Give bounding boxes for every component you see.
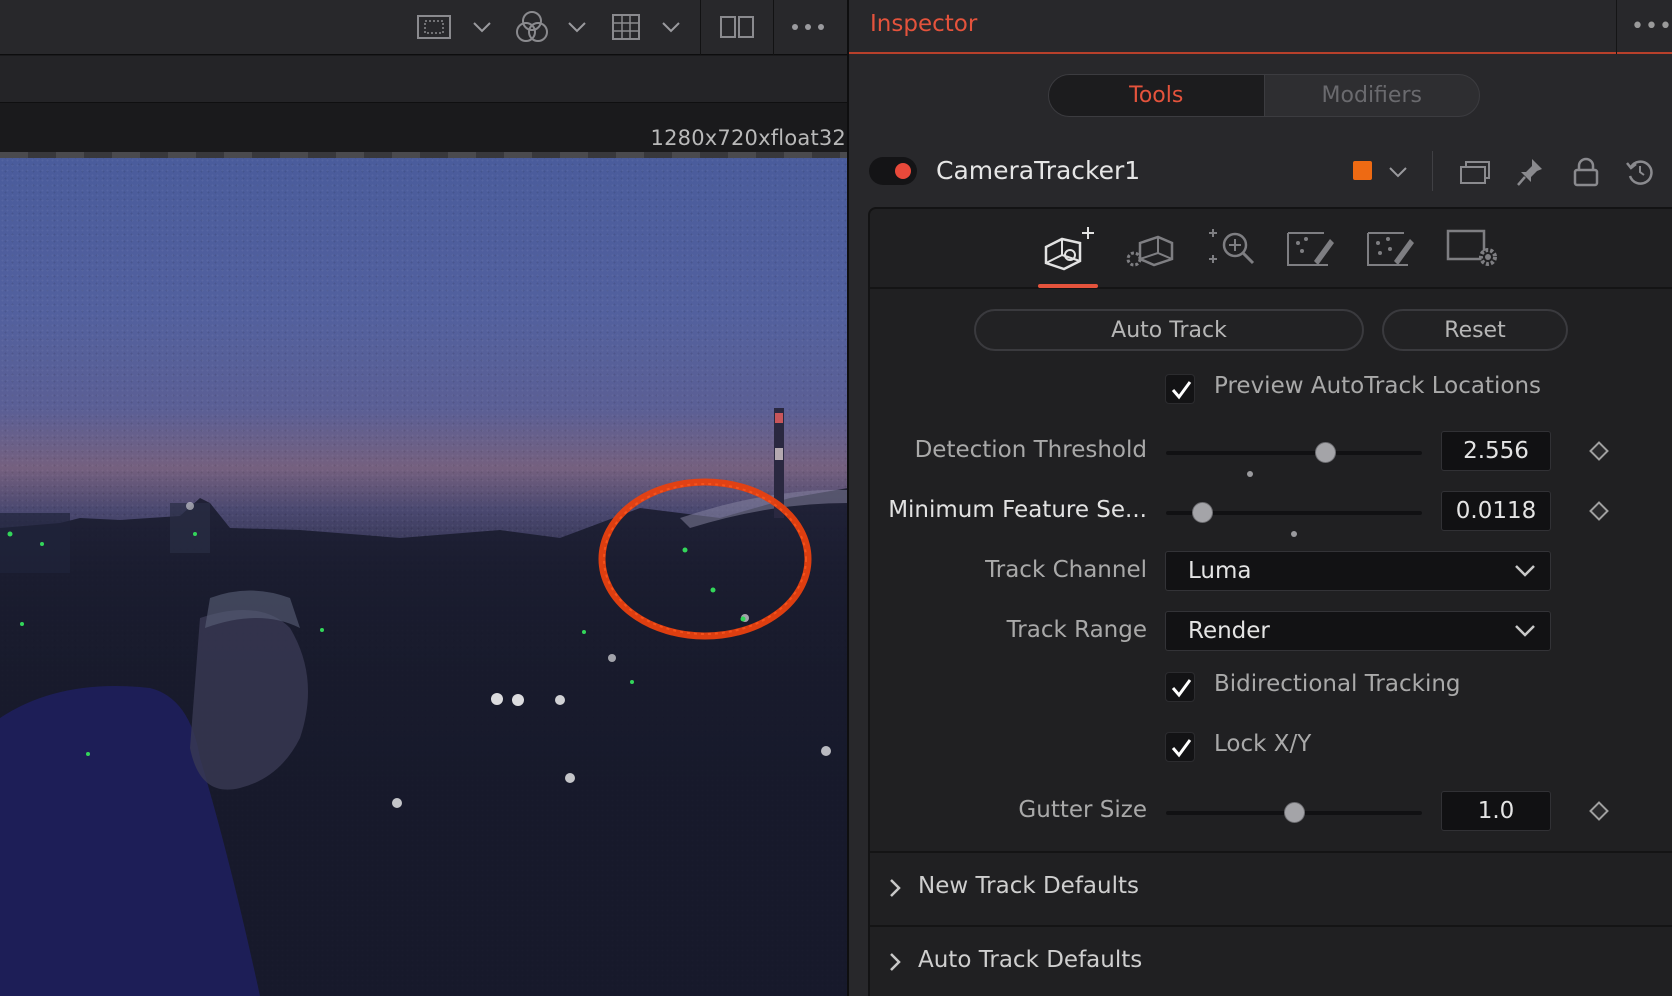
track-range-row: Track Range Render <box>870 611 1672 655</box>
section-auto-track-defaults[interactable]: Auto Track Defaults <box>870 925 1672 996</box>
lock-icon[interactable] <box>1569 155 1603 189</box>
track-channel-value: Luma <box>1188 558 1252 584</box>
chevron-right-icon <box>890 879 901 897</box>
section-label: Auto Track Defaults <box>918 947 1143 973</box>
detection-threshold-label: Detection Threshold <box>914 437 1147 463</box>
tool-controls-panel: Auto Track Reset Preview AutoTrack Locat… <box>868 207 1672 996</box>
image-format-label: 1280x720xfloat32 <box>650 126 846 150</box>
track-range-label: Track Range <box>1006 617 1147 643</box>
slider-knob[interactable] <box>1191 502 1213 523</box>
chevron-down-icon <box>1515 565 1535 577</box>
node-enable-toggle[interactable] <box>869 157 917 185</box>
camera-settings-icon[interactable] <box>1120 225 1180 271</box>
viewer-image[interactable] <box>0 158 848 996</box>
slider-default-marker <box>1247 471 1254 477</box>
split-view-icon[interactable] <box>718 10 756 44</box>
control-page-tabs <box>870 209 1672 289</box>
detection-threshold-row: Detection Threshold 2.556 <box>870 431 1672 477</box>
inspector-header: Inspector ••• <box>849 0 1672 54</box>
node-name[interactable]: CameraTracker1 <box>936 156 1140 185</box>
chevron-down-icon[interactable] <box>1385 155 1411 189</box>
gutter-size-label: Gutter Size <box>1018 797 1147 823</box>
keyframe-diamond-icon[interactable] <box>1589 441 1609 461</box>
min-feature-sep-row: Minimum Feature Se... 0.0118 <box>870 491 1672 537</box>
inspector-more-icon[interactable]: ••• <box>1631 14 1672 39</box>
inspector-tab-switch: Tools Modifiers <box>1048 74 1480 117</box>
track-range-value: Render <box>1188 618 1270 644</box>
slider-knob[interactable] <box>1314 442 1336 463</box>
detection-threshold-slider[interactable] <box>1166 451 1422 455</box>
pin-icon[interactable] <box>1513 155 1547 189</box>
inspector-title: Inspector <box>870 11 978 37</box>
tab-tools[interactable]: Tools <box>1049 75 1265 116</box>
tab-modifiers[interactable]: Modifiers <box>1265 75 1480 116</box>
lock-xy-checkbox[interactable] <box>1165 732 1195 762</box>
reset-button[interactable]: Reset <box>1382 309 1568 351</box>
node-color-swatch[interactable] <box>1353 161 1372 180</box>
node-header: CameraTracker1 <box>849 147 1672 197</box>
section-new-track-defaults[interactable]: New Track Defaults <box>870 851 1672 923</box>
preview-autotrack-label: Preview AutoTrack Locations <box>1214 373 1541 399</box>
chevron-down-icon[interactable] <box>659 10 683 44</box>
chevron-down-icon[interactable] <box>565 10 589 44</box>
lock-xy-row: Lock X/Y <box>870 729 1672 765</box>
min-feature-sep-input[interactable]: 0.0118 <box>1441 491 1551 531</box>
versions-icon[interactable] <box>1457 155 1493 189</box>
track-channel-label: Track Channel <box>985 557 1147 583</box>
reset-icon[interactable] <box>1623 155 1657 189</box>
viewer-panel: 1280x720xfloat32 <box>0 0 848 996</box>
lock-xy-label: Lock X/Y <box>1214 731 1312 757</box>
detection-threshold-input[interactable]: 2.556 <box>1441 431 1551 471</box>
keyframe-diamond-icon[interactable] <box>1589 501 1609 521</box>
chevron-down-icon <box>1515 625 1535 637</box>
viewer-subbar <box>0 56 848 103</box>
export-icon[interactable] <box>1362 225 1422 271</box>
gutter-size-input[interactable]: 1.0 <box>1441 791 1551 831</box>
inspector-panel: Inspector ••• Tools Modifiers CameraTrac… <box>849 0 1672 996</box>
track-range-dropdown[interactable]: Render <box>1165 611 1551 651</box>
grid-icon[interactable] <box>608 10 644 44</box>
bidirectional-label: Bidirectional Tracking <box>1214 671 1461 697</box>
auto-track-button[interactable]: Auto Track <box>974 309 1364 351</box>
preview-autotrack-row: Preview AutoTrack Locations <box>870 371 1672 407</box>
viewer-toolbar <box>0 0 848 55</box>
roi-icon[interactable] <box>414 10 454 44</box>
chevron-right-icon <box>890 953 901 971</box>
gutter-size-row: Gutter Size 1.0 <box>870 791 1672 835</box>
bidirectional-checkbox[interactable] <box>1165 672 1195 702</box>
track-icon[interactable] <box>1038 225 1098 271</box>
refine-search-icon[interactable] <box>1201 225 1261 271</box>
bidirectional-row: Bidirectional Tracking <box>870 669 1672 705</box>
track-channel-dropdown[interactable]: Luma <box>1165 551 1551 591</box>
color-channels-icon[interactable] <box>512 10 552 44</box>
active-tab-indicator <box>1038 284 1098 288</box>
section-label: New Track Defaults <box>918 873 1139 899</box>
solve-icon[interactable] <box>1282 225 1342 271</box>
slider-knob[interactable] <box>1284 802 1305 823</box>
options-gear-icon[interactable] <box>1442 225 1502 271</box>
preview-autotrack-checkbox[interactable] <box>1165 374 1195 404</box>
track-channel-row: Track Channel Luma <box>870 551 1672 595</box>
slider-default-marker <box>1291 531 1297 537</box>
keyframe-diamond-icon[interactable] <box>1589 801 1609 821</box>
min-feature-sep-label: Minimum Feature Se... <box>888 497 1147 523</box>
more-icon[interactable] <box>788 10 828 44</box>
chevron-down-icon[interactable] <box>470 10 494 44</box>
